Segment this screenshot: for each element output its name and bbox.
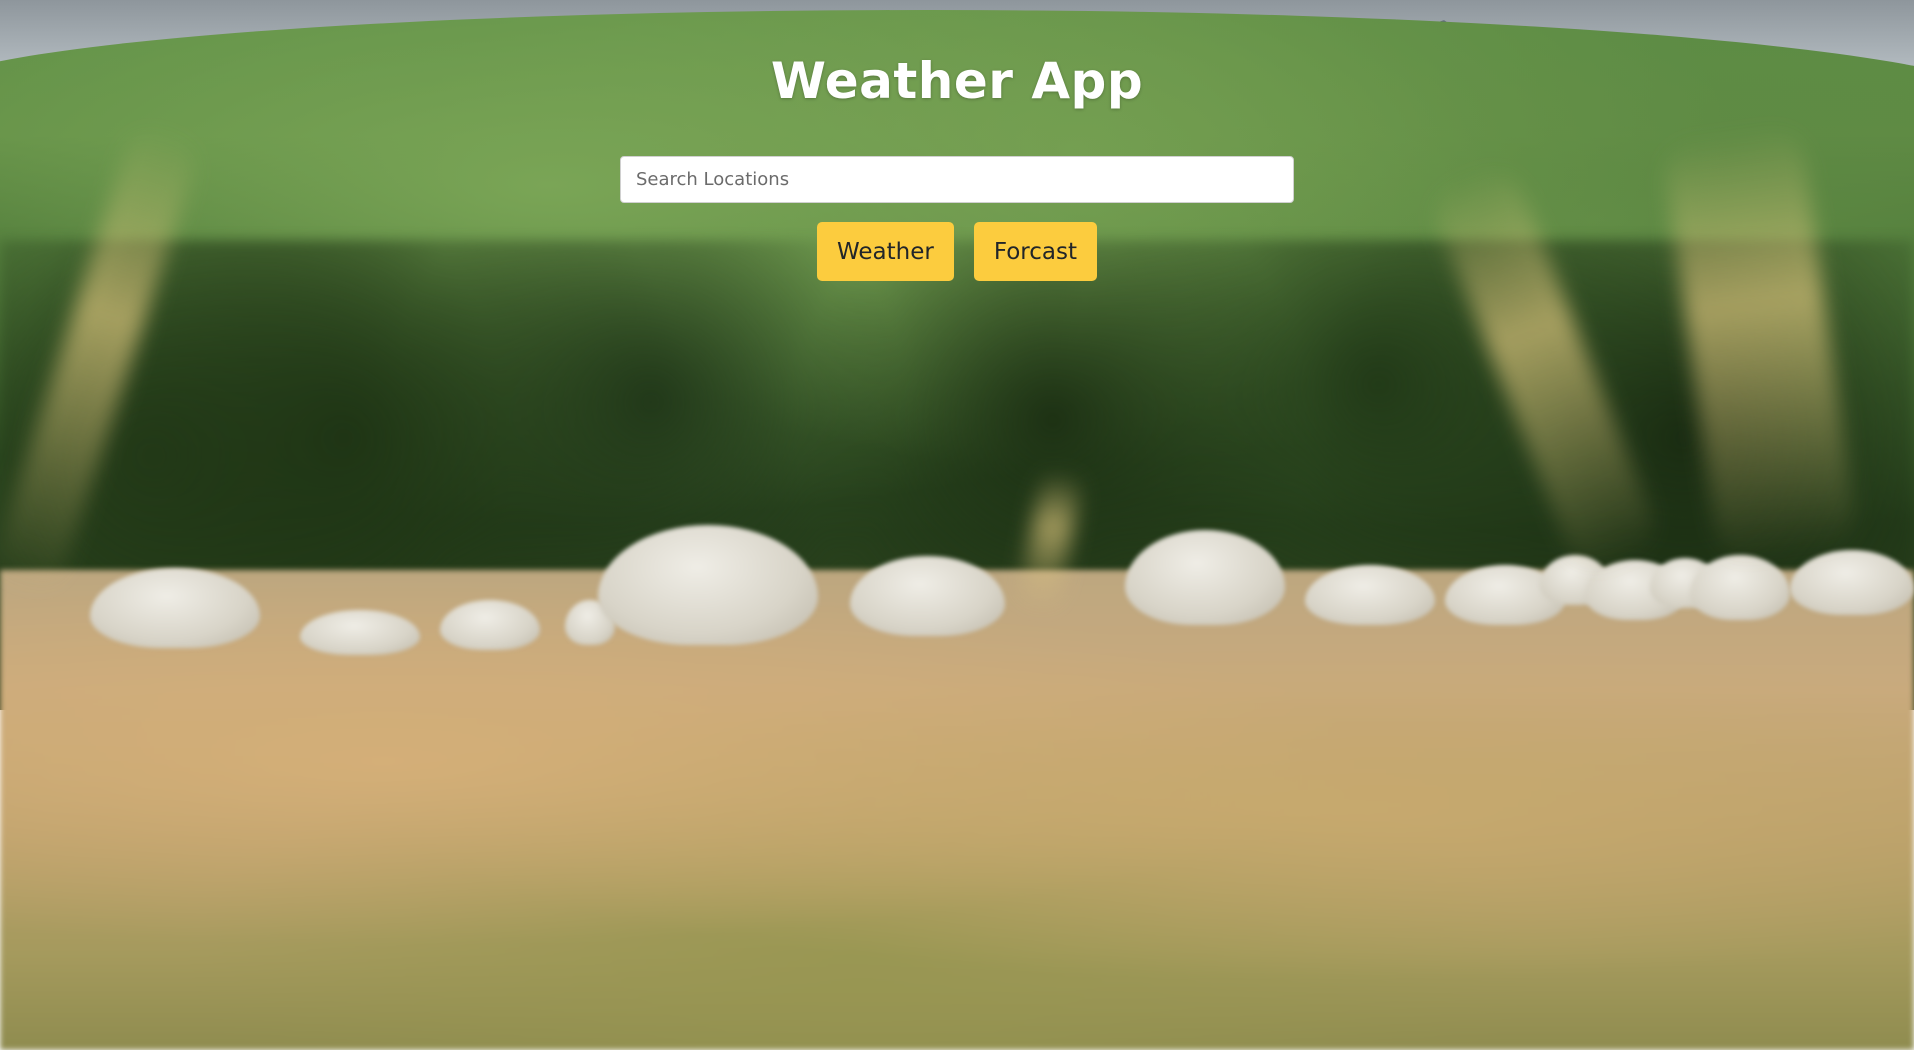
button-group: Weather Forcast	[816, 222, 1098, 281]
app-container: Weather App Weather Forcast	[0, 0, 1914, 1050]
page-title: Weather App	[770, 52, 1144, 110]
weather-button[interactable]: Weather	[816, 222, 954, 281]
forecast-button[interactable]: Forcast	[973, 222, 1098, 281]
weather-app-page: Weather App Weather Forcast	[0, 0, 1914, 1050]
search-input[interactable]	[620, 156, 1294, 203]
